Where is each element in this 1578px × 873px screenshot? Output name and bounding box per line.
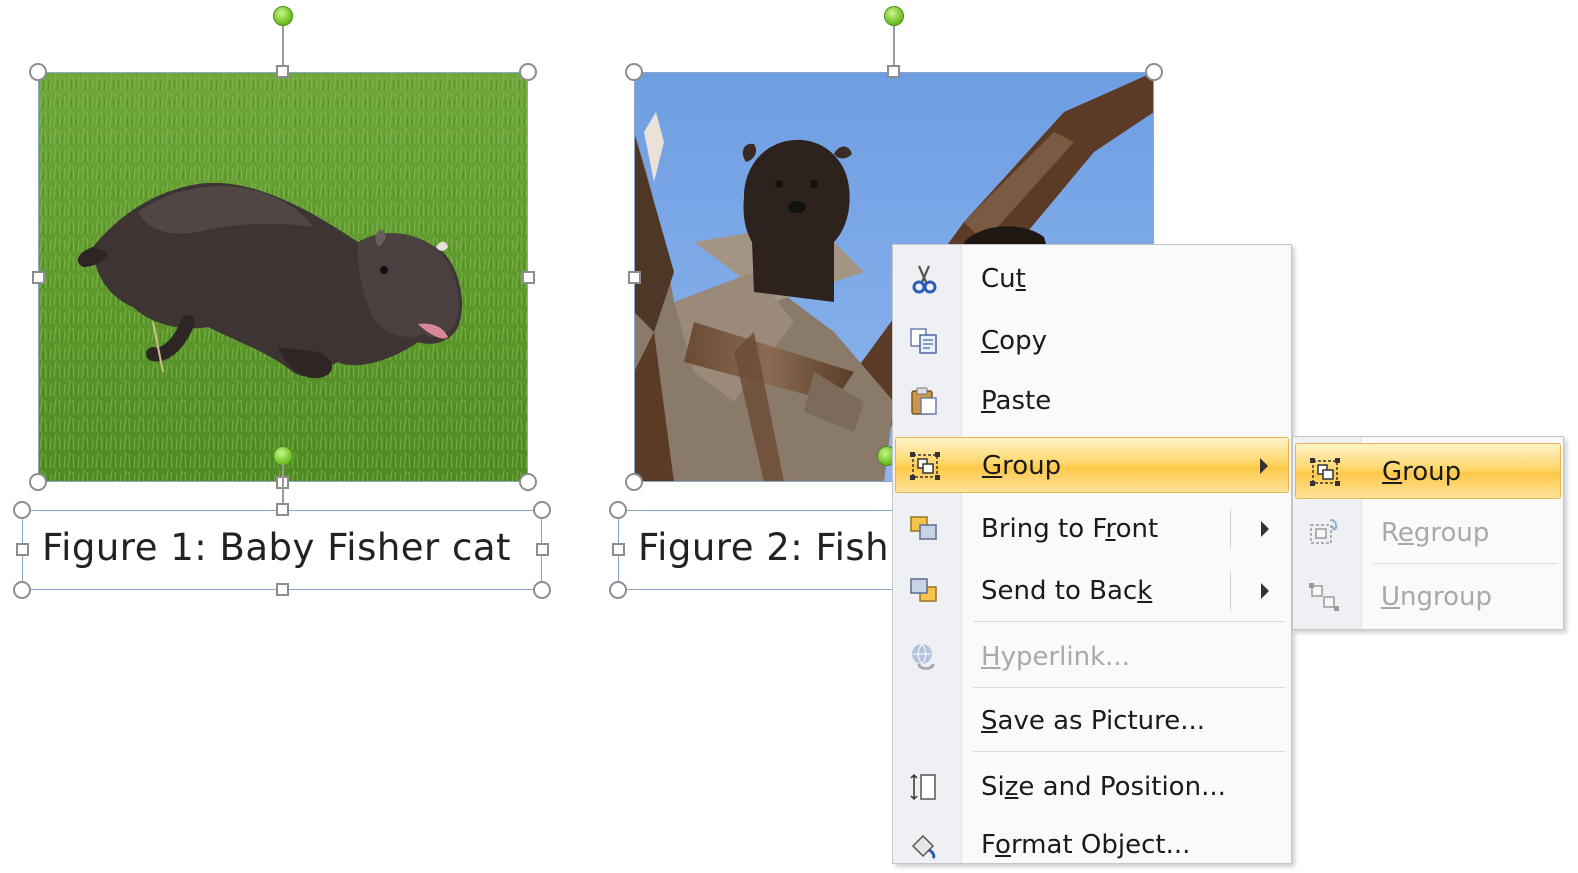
resize-handle[interactable]: [276, 65, 289, 78]
resize-handle[interactable]: [13, 501, 31, 519]
resize-handle[interactable]: [276, 583, 289, 596]
resize-handle[interactable]: [519, 473, 537, 491]
resize-handle[interactable]: [276, 503, 289, 516]
resize-handle[interactable]: [13, 581, 31, 599]
menu-item-send-to-back[interactable]: Send to Back: [895, 563, 1289, 619]
menu-label-save-as-picture: Save as Picture...: [981, 706, 1206, 736]
ungroup-icon: [1307, 581, 1341, 613]
resize-handle[interactable]: [612, 543, 625, 556]
resize-handle[interactable]: [533, 581, 551, 599]
resize-handle[interactable]: [519, 63, 537, 81]
resize-handle[interactable]: [628, 271, 641, 284]
menu-label-bring-to-front: Bring to Front: [981, 514, 1159, 544]
menu-item-copy[interactable]: Copy: [895, 313, 1289, 369]
hyperlink-icon: [907, 641, 941, 673]
resize-handle[interactable]: [609, 581, 627, 599]
scissors-icon: [907, 263, 941, 295]
resize-handle[interactable]: [16, 543, 29, 556]
menu-label-format-object: Format Object...: [981, 830, 1191, 860]
submenu-label-group: Group: [1382, 457, 1462, 487]
resize-handle[interactable]: [533, 501, 551, 519]
menu-label-group: Group: [982, 451, 1062, 481]
menu-item-paste[interactable]: Paste: [895, 373, 1289, 429]
menu-separator: [973, 751, 1285, 752]
figure-2-rotation-handle[interactable]: [884, 6, 904, 26]
menu-label-hyperlink: Hyperlink...: [981, 642, 1130, 672]
size-position-icon: [907, 771, 941, 803]
resize-handle[interactable]: [887, 65, 900, 78]
copy-icon: [907, 325, 941, 357]
submenu-label-ungroup: Ungroup: [1381, 582, 1493, 612]
split-divider: [1230, 509, 1231, 549]
submenu-arrow-icon[interactable]: [1261, 583, 1269, 599]
resize-handle[interactable]: [625, 63, 643, 81]
resize-handle[interactable]: [522, 271, 535, 284]
send-to-back-icon: [907, 575, 941, 607]
resize-handle[interactable]: [1145, 63, 1163, 81]
submenu-arrow-icon: [1260, 458, 1268, 474]
caption-2-text[interactable]: Figure 2: Fish: [638, 526, 889, 569]
submenu-item-group[interactable]: Group: [1295, 443, 1561, 499]
menu-separator: [973, 687, 1285, 688]
figure-1-rotation-line: [282, 24, 284, 70]
menu-item-group[interactable]: Group: [895, 437, 1289, 493]
submenu-label-regroup: Regroup: [1381, 518, 1490, 548]
menu-item-cut[interactable]: Cut: [895, 251, 1289, 307]
menu-label-send-to-back: Send to Back: [981, 576, 1153, 606]
caption-1-rotation-handle[interactable]: [273, 446, 293, 466]
menu-item-hyperlink: Hyperlink...: [895, 629, 1289, 685]
figure-1-selection-frame: [38, 72, 528, 482]
menu-separator: [1373, 563, 1557, 564]
menu-item-size-and-position[interactable]: Size and Position...: [895, 759, 1289, 815]
resize-handle[interactable]: [609, 501, 627, 519]
figure-1-rotation-handle[interactable]: [273, 6, 293, 26]
paste-icon: [907, 385, 941, 417]
submenu-item-ungroup: Ungroup: [1295, 569, 1561, 625]
group-submenu: Group Regroup Ungroup: [1292, 436, 1564, 630]
submenu-item-regroup: Regroup: [1295, 505, 1561, 561]
group-icon: [908, 450, 942, 482]
split-divider: [1230, 571, 1231, 611]
group-icon: [1308, 456, 1342, 488]
menu-item-bring-to-front[interactable]: Bring to Front: [895, 501, 1289, 557]
figure-2-rotation-line: [893, 24, 895, 70]
resize-handle[interactable]: [32, 271, 45, 284]
menu-item-format-object[interactable]: Format Object...: [895, 817, 1289, 873]
menu-label-cut: Cut: [981, 264, 1026, 294]
menu-item-save-as-picture[interactable]: Save as Picture...: [895, 693, 1289, 749]
menu-label-size-and-position: Size and Position...: [981, 772, 1226, 802]
resize-handle[interactable]: [625, 473, 643, 491]
format-object-icon: [907, 829, 941, 861]
resize-handle[interactable]: [29, 63, 47, 81]
resize-handle[interactable]: [29, 473, 47, 491]
regroup-icon: [1307, 517, 1341, 549]
menu-label-copy: Copy: [981, 326, 1047, 356]
bring-to-front-icon: [907, 513, 941, 545]
menu-label-paste: Paste: [981, 386, 1052, 416]
menu-separator: [973, 621, 1285, 622]
caption-1-text[interactable]: Figure 1: Baby Fisher cat: [42, 526, 511, 569]
submenu-arrow-icon[interactable]: [1261, 521, 1269, 537]
context-menu: Cut Copy Paste Group Bring to Front Send…: [892, 244, 1292, 864]
resize-handle[interactable]: [536, 543, 549, 556]
